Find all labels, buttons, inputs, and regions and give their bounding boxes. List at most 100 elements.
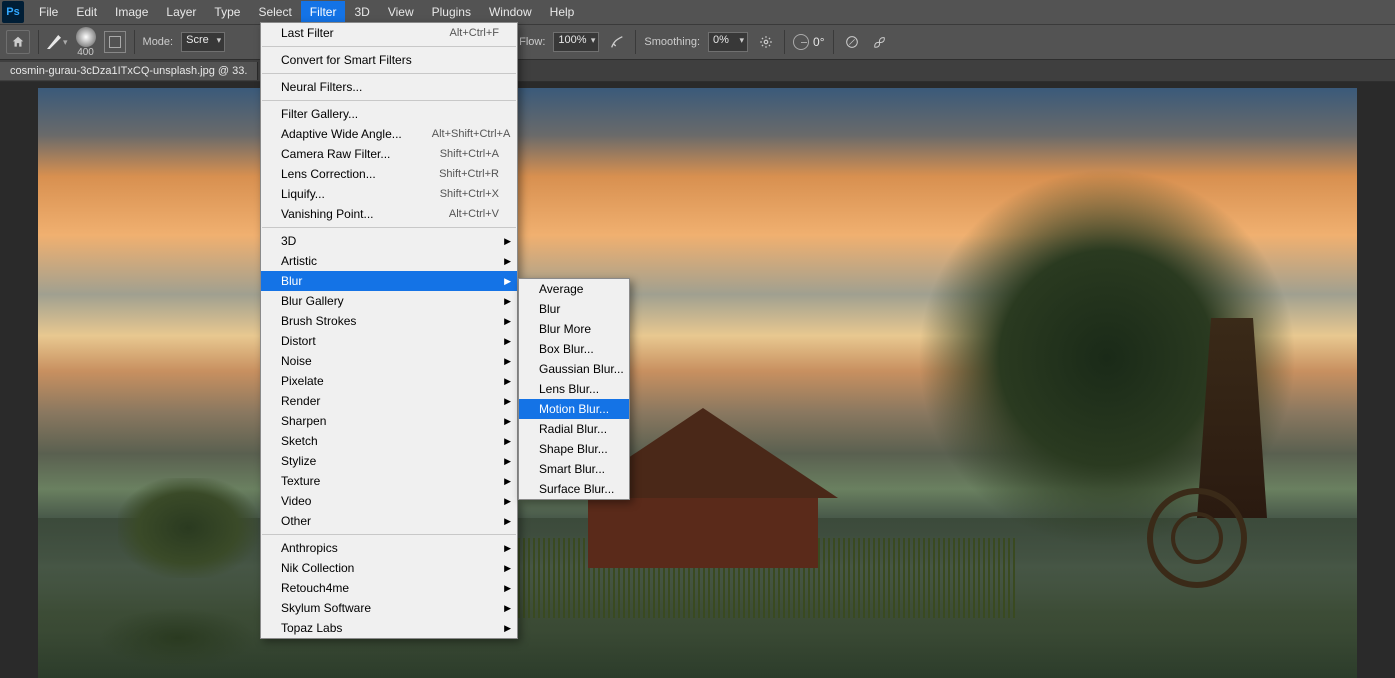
blur-menu-item[interactable]: Lens Blur... [519,379,629,399]
filter-menu-item[interactable]: Sharpen▶ [261,411,517,431]
blur-submenu: AverageBlurBlur MoreBox Blur...Gaussian … [518,278,630,500]
blur-menu-item[interactable]: Blur More [519,319,629,339]
angle-control[interactable]: 0° [793,34,824,50]
menu-image[interactable]: Image [106,1,157,23]
filter-menu: Last FilterAlt+Ctrl+F Convert for Smart F… [260,22,518,639]
menu-separator [262,227,516,228]
menu-filter[interactable]: Filter [301,1,346,23]
brush-tool-icon[interactable] [47,35,61,49]
menu-window[interactable]: Window [480,1,541,23]
menu-type[interactable]: Type [205,1,249,23]
angle-dial-icon [793,34,809,50]
document-tab[interactable]: cosmin-gurau-3cDza1ITxCQ-unsplash.jpg @ … [0,62,258,80]
filter-menu-item[interactable]: Filter Gallery... [261,104,517,124]
menu-3d[interactable]: 3D [345,1,378,23]
menu-file[interactable]: File [30,1,67,23]
filter-menu-item[interactable]: Anthropics▶ [261,538,517,558]
filter-menu-item[interactable]: Brush Strokes▶ [261,311,517,331]
submenu-arrow-icon: ▶ [504,543,511,554]
menu-view[interactable]: View [379,1,423,23]
blur-menu-item[interactable]: Blur [519,299,629,319]
mode-label: Mode: [143,36,174,48]
submenu-arrow-icon: ▶ [504,456,511,467]
smoothing-gear-icon[interactable] [756,32,776,52]
smoothing-label: Smoothing: [644,36,700,48]
divider [833,30,834,54]
scene-tree [118,478,258,578]
scene-windmill [1177,318,1287,598]
mode-select[interactable]: Scre [181,32,225,52]
blur-menu-item[interactable]: Gaussian Blur... [519,359,629,379]
submenu-arrow-icon: ▶ [504,496,511,507]
blur-menu-item[interactable]: Motion Blur... [519,399,629,419]
brush-size-preview[interactable]: 400 [76,27,96,58]
filter-menu-item[interactable]: Skylum Software▶ [261,598,517,618]
divider [635,30,636,54]
filter-menu-item[interactable]: Last FilterAlt+Ctrl+F [261,23,517,43]
filter-menu-item[interactable]: Other▶ [261,511,517,531]
chevron-down-icon[interactable]: ▾ [63,37,68,48]
smoothing-select[interactable]: 0% [708,32,748,52]
filter-menu-item[interactable]: Stylize▶ [261,451,517,471]
divider [134,30,135,54]
submenu-arrow-icon: ▶ [504,256,511,267]
blur-menu-item[interactable]: Average [519,279,629,299]
blur-menu-item[interactable]: Radial Blur... [519,419,629,439]
filter-menu-item[interactable]: Convert for Smart Filters [261,50,517,70]
filter-menu-item[interactable]: Pixelate▶ [261,371,517,391]
filter-menu-item[interactable]: Nik Collection▶ [261,558,517,578]
menu-separator [262,534,516,535]
submenu-arrow-icon: ▶ [504,603,511,614]
filter-menu-item[interactable]: Topaz Labs▶ [261,618,517,638]
filter-menu-item[interactable]: Vanishing Point...Alt+Ctrl+V [261,204,517,224]
submenu-arrow-icon: ▶ [504,436,511,447]
menu-select[interactable]: Select [249,1,300,23]
submenu-arrow-icon: ▶ [504,476,511,487]
home-button[interactable] [6,30,30,54]
menu-layer[interactable]: Layer [157,1,205,23]
airbrush-icon[interactable] [607,32,627,52]
filter-menu-item[interactable]: Video▶ [261,491,517,511]
menu-plugins[interactable]: Plugins [423,1,480,23]
flow-select[interactable]: 100% [553,32,599,52]
home-icon [11,35,25,49]
submenu-arrow-icon: ▶ [504,376,511,387]
app-logo: Ps [2,1,24,23]
menu-separator [262,73,516,74]
scene-water-reflection [98,608,258,668]
divider [38,30,39,54]
filter-menu-item[interactable]: Adaptive Wide Angle...Alt+Shift+Ctrl+A [261,124,517,144]
options-bar: ▾ 400 Mode: Scre Flow: 100% Smoothing: 0… [0,24,1395,60]
blur-menu-item[interactable]: Box Blur... [519,339,629,359]
brush-size-value: 400 [77,47,94,58]
menu-edit[interactable]: Edit [67,1,106,23]
tablet-pressure-icon[interactable] [104,31,126,53]
image-canvas[interactable] [38,88,1357,678]
submenu-arrow-icon: ▶ [504,356,511,367]
filter-menu-item[interactable]: Distort▶ [261,331,517,351]
filter-menu-item[interactable]: Neural Filters... [261,77,517,97]
filter-menu-item[interactable]: Render▶ [261,391,517,411]
blur-menu-item[interactable]: Surface Blur... [519,479,629,499]
document-tab-title: cosmin-gurau-3cDza1ITxCQ-unsplash.jpg @ … [10,65,247,77]
menu-separator [262,46,516,47]
filter-menu-item[interactable]: Liquify...Shift+Ctrl+X [261,184,517,204]
blur-menu-item[interactable]: Shape Blur... [519,439,629,459]
filter-menu-item[interactable]: Artistic▶ [261,251,517,271]
filter-menu-item[interactable]: Texture▶ [261,471,517,491]
flow-label: Flow: [519,36,545,48]
menu-help[interactable]: Help [541,1,584,23]
blur-menu-item[interactable]: Smart Blur... [519,459,629,479]
tablet-pressure-size-icon[interactable] [842,32,862,52]
divider [784,30,785,54]
filter-menu-item[interactable]: Retouch4me▶ [261,578,517,598]
filter-menu-item[interactable]: Camera Raw Filter...Shift+Ctrl+A [261,144,517,164]
filter-menu-item[interactable]: Noise▶ [261,351,517,371]
filter-menu-item[interactable]: 3D▶ [261,231,517,251]
filter-menu-item[interactable]: Blur▶ [261,271,517,291]
filter-menu-item[interactable]: Sketch▶ [261,431,517,451]
filter-menu-item[interactable]: Blur Gallery▶ [261,291,517,311]
symmetry-icon[interactable] [870,32,890,52]
submenu-arrow-icon: ▶ [504,623,511,634]
filter-menu-item[interactable]: Lens Correction...Shift+Ctrl+R [261,164,517,184]
